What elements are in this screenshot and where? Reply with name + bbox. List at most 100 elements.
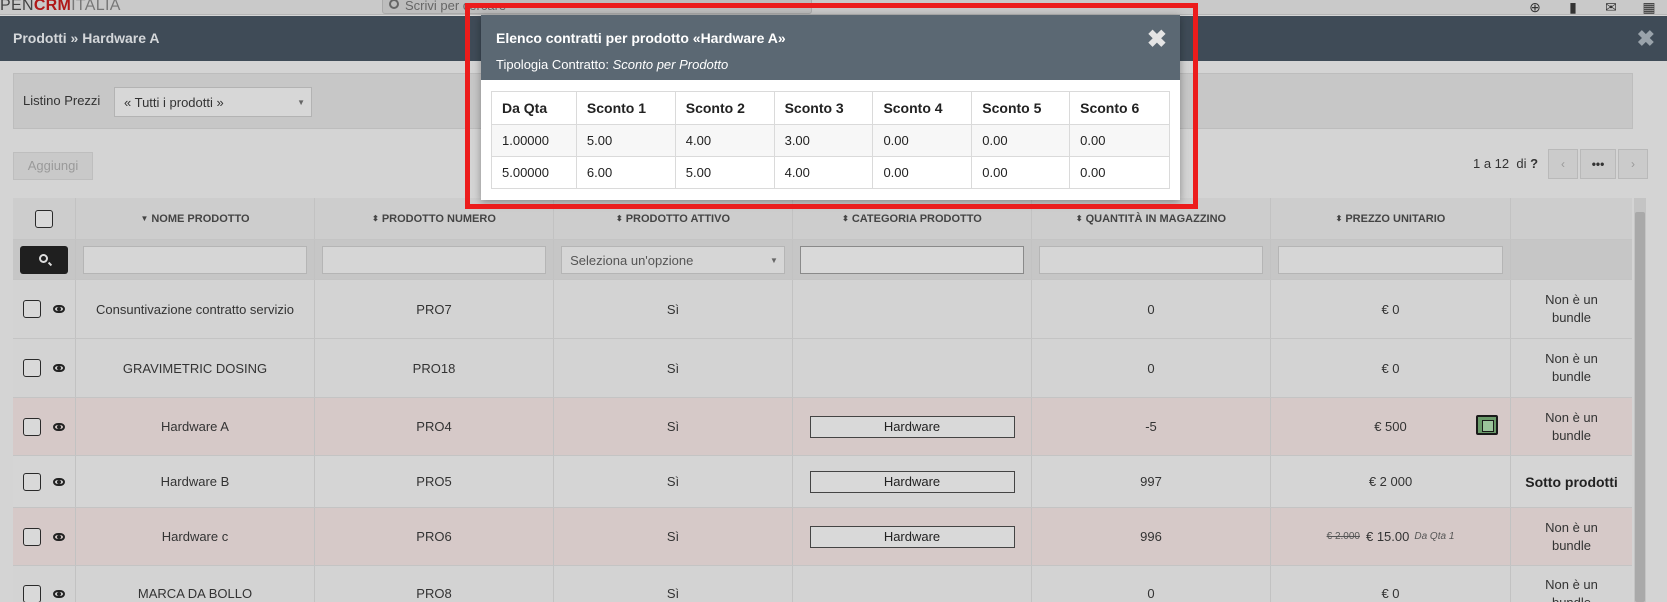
product-category	[793, 339, 1032, 397]
add-button[interactable]: Aggiungi	[13, 152, 93, 180]
row-checkbox[interactable]	[23, 359, 41, 377]
filter-quantita-input[interactable]	[1039, 245, 1263, 274]
product-qty: 0	[1032, 566, 1271, 602]
product-name[interactable]: Hardware A	[76, 398, 315, 455]
product-number: PRO4	[315, 398, 554, 455]
product-number: PRO8	[315, 566, 554, 602]
table-scrollbar[interactable]	[1634, 198, 1646, 602]
product-price: € 0	[1271, 566, 1511, 602]
filter-nome-input[interactable]	[83, 245, 307, 274]
category-badge[interactable]: Hardware	[809, 525, 1015, 548]
product-active: Sì	[554, 339, 793, 397]
add-circle-icon[interactable]: ⊕	[1527, 0, 1543, 14]
table-row[interactable]: Hardware B PRO5 Sì Hardware 997 € 2 000 …	[13, 456, 1632, 508]
product-number: PRO18	[315, 339, 554, 397]
bundle-status: Non è un bundle	[1545, 519, 1598, 553]
product-price: € 0	[1271, 280, 1511, 338]
product-active: Sì	[554, 280, 793, 338]
category-badge[interactable]: Hardware	[809, 415, 1015, 438]
product-active: Sì	[554, 456, 793, 507]
product-qty: 0	[1032, 339, 1271, 397]
eye-icon[interactable]	[53, 589, 65, 598]
row-checkbox[interactable]	[23, 527, 41, 546]
sort-icon: ⬍	[1075, 214, 1083, 223]
mail-icon[interactable]: ✉	[1603, 0, 1619, 14]
sub-products-link[interactable]: Sotto prodotti	[1525, 473, 1618, 491]
filter-prezzo-input[interactable]	[1278, 245, 1503, 274]
product-category	[793, 566, 1032, 602]
product-name[interactable]: MARCA DA BOLLO	[76, 566, 315, 602]
product-price: € 2 000	[1271, 456, 1511, 507]
header-prezzo-unitario[interactable]: ⬍ PREZZO UNITARIO	[1271, 198, 1511, 239]
product-price: € 0	[1271, 339, 1511, 397]
brand-logo[interactable]: PENCRMITALIA	[0, 0, 121, 14]
product-category	[793, 280, 1032, 338]
row-checkbox[interactable]	[23, 300, 41, 318]
page-title: Prodotti » Hardware A	[13, 30, 160, 46]
pagination-info: 1 a 12 di ?	[1473, 156, 1539, 171]
product-name[interactable]: Consuntivazione contratto servizio	[76, 280, 315, 338]
sort-desc-icon: ▼	[140, 214, 149, 223]
price-list-select[interactable]: « Tutti i prodotti » ▼	[114, 87, 312, 117]
product-name[interactable]: GRAVIMETRIC DOSING	[76, 339, 315, 397]
eye-icon[interactable]	[53, 364, 65, 372]
product-qty: 997	[1032, 456, 1271, 507]
product-name[interactable]: Hardware B	[76, 456, 315, 507]
product-number: PRO5	[315, 456, 554, 507]
category-badge[interactable]: Hardware	[809, 470, 1015, 493]
topbar-icons: ⊕ ▮ ✉ ▦	[1527, 0, 1657, 14]
product-active: Sì	[554, 566, 793, 602]
row-checkbox[interactable]	[23, 417, 41, 436]
more-pages-button[interactable]: •••	[1580, 149, 1616, 179]
close-icon[interactable]: ✖	[1637, 26, 1655, 52]
bundle-status: Non è un bundle	[1545, 576, 1598, 602]
table-row[interactable]: Hardware A PRO4 Sì Hardware -5 € 500 Non…	[13, 398, 1632, 456]
search-icon	[389, 0, 399, 9]
table-row[interactable]: Consuntivazione contratto servizio PRO7 …	[13, 280, 1632, 339]
eye-icon[interactable]	[53, 532, 65, 541]
product-name[interactable]: Hardware c	[76, 508, 315, 565]
filter-attivo-select[interactable]: Seleziona un'opzione ▼	[561, 245, 785, 274]
filter-categoria-input[interactable]	[800, 245, 1024, 274]
book-icon[interactable]: ▮	[1565, 0, 1581, 14]
price-list-label: Listino Prezzi	[23, 93, 101, 108]
eye-icon[interactable]	[53, 477, 65, 486]
product-active: Sì	[554, 508, 793, 565]
header-nome-prodotto[interactable]: ▼ NOME PRODOTTO	[76, 198, 315, 239]
scrollbar-thumb[interactable]	[1635, 212, 1645, 602]
chevron-down-icon: ▼	[297, 98, 305, 107]
bundle-status: Non è un bundle	[1545, 351, 1598, 384]
next-page-button[interactable]: ›	[1618, 149, 1648, 179]
sort-icon: ⬍	[1335, 214, 1343, 223]
old-price: € 2.000	[1326, 531, 1360, 542]
calculator-icon[interactable]	[1476, 415, 1498, 435]
highlight-frame	[465, 3, 1198, 209]
product-number: PRO6	[315, 508, 554, 565]
select-all-checkbox[interactable]	[35, 209, 53, 228]
calendar-icon[interactable]: ▦	[1641, 0, 1657, 14]
filter-numero-input[interactable]	[322, 245, 546, 274]
table-row[interactable]: GRAVIMETRIC DOSING PRO18 Sì 0 € 0 Non è …	[13, 339, 1632, 398]
chevron-down-icon: ▼	[769, 255, 778, 265]
prev-page-button[interactable]: ‹	[1548, 149, 1578, 179]
product-qty: -5	[1032, 398, 1271, 455]
table-row[interactable]: MARCA DA BOLLO PRO8 Sì 0 € 0 Non è un bu…	[13, 566, 1632, 602]
product-price: € 2.000 € 15.00 Da Qta 1	[1271, 508, 1511, 565]
eye-icon[interactable]	[53, 305, 65, 313]
product-qty: 996	[1032, 508, 1271, 565]
search-button[interactable]	[20, 245, 68, 274]
bundle-status: Non è un bundle	[1545, 409, 1598, 443]
sort-icon: ⬍	[842, 214, 849, 223]
row-checkbox[interactable]	[23, 472, 41, 491]
product-active: Sì	[554, 398, 793, 455]
row-checkbox[interactable]	[23, 584, 41, 602]
table-filter-row: Seleziona un'opzione ▼	[13, 240, 1632, 280]
bundle-status: Non è un bundle	[1545, 292, 1598, 325]
discounted-price: € 15.00	[1365, 529, 1410, 544]
price-note: Da Qta 1	[1414, 531, 1455, 542]
product-price: € 500	[1374, 419, 1407, 434]
search-icon	[39, 253, 48, 263]
table-row[interactable]: Hardware c PRO6 Sì Hardware 996 € 2.000 …	[13, 508, 1632, 566]
sort-icon: ⬍	[616, 214, 623, 223]
eye-icon[interactable]	[53, 422, 65, 431]
